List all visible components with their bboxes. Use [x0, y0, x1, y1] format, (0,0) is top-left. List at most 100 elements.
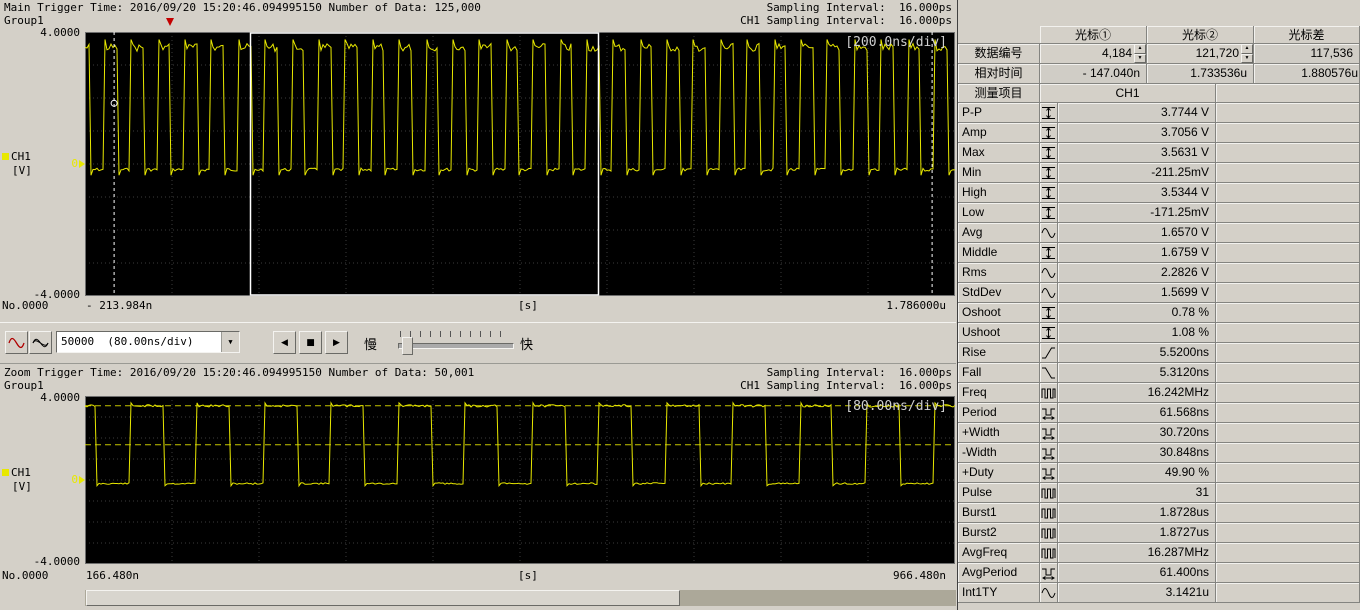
- measure-label: High: [958, 183, 1040, 203]
- measure-value: 1.6570 V: [1058, 223, 1216, 243]
- data-number-row: 数据编号 4,184 ▲ ▼ 121,720 ▲ ▼ 117,536: [958, 44, 1360, 64]
- trigger-position-icon: [166, 18, 174, 26]
- relative-time-label: 相对时间: [958, 64, 1040, 84]
- double-sine-wave-icon: [32, 338, 49, 347]
- measure-v-icon: [1040, 303, 1058, 323]
- zoom-record-no: No.0000: [2, 569, 49, 582]
- measure-diff-cell: [1216, 363, 1360, 383]
- measure-item-header: 测量项目: [958, 84, 1040, 103]
- ch1-color-icon: [2, 469, 9, 476]
- measure-label: Ushoot: [958, 323, 1040, 343]
- measure-diff-cell: [1216, 563, 1360, 583]
- slider-track[interactable]: [398, 343, 514, 349]
- measure-label: Rms: [958, 263, 1040, 283]
- measure-h-icon: [1040, 423, 1058, 443]
- cursor1-data-number: 4,184 ▲ ▼: [1040, 44, 1147, 64]
- zoom-zero-label: 0: [71, 473, 78, 486]
- speed-slider[interactable]: [398, 329, 514, 357]
- scrollbar-thumb[interactable]: [86, 590, 680, 606]
- main-sampling-interval: Sampling Interval: 16.000ps: [766, 1, 952, 14]
- main-ch1-sampling-interval: CH1 Sampling Interval: 16.000ps: [740, 14, 952, 27]
- wave-zoom-icon-1[interactable]: [5, 331, 28, 354]
- measure-row-P-P: P-P 3.7744 V: [958, 103, 1360, 123]
- relative-time-row: 相对时间 - 147.040n 1.733536u 1.880576u: [958, 64, 1360, 84]
- zoom-sampling-interval: Sampling Interval: 16.000ps: [766, 366, 952, 379]
- fast-label: 快: [520, 337, 534, 352]
- measure-value: 1.6759 V: [1058, 243, 1216, 263]
- step-forward-button[interactable]: ▶: [325, 331, 348, 354]
- measure-f-icon: [1040, 383, 1058, 403]
- measure-blank-header: [1216, 84, 1360, 103]
- zoom-control-bar: 50000 (80.00ns/div) ▼ ◀ ■ ▶ 慢 快: [0, 322, 956, 364]
- spin-up-button[interactable]: ▲: [1241, 44, 1253, 54]
- zoom-channel-label: CH1: [2, 466, 31, 479]
- zoom-points-value: 50000 (80.00ns/div): [61, 335, 194, 348]
- measure-diff-cell: [1216, 583, 1360, 603]
- measure-label: Burst2: [958, 523, 1040, 543]
- measure-row-Ushoot: Ushoot 1.08 %: [958, 323, 1360, 343]
- measure-value: 1.8727us: [1058, 523, 1216, 543]
- spin-up-button[interactable]: ▲: [1134, 44, 1146, 54]
- measure-value: 3.1421u: [1058, 583, 1216, 603]
- measure-value: 3.5344 V: [1058, 183, 1216, 203]
- measure-diff-cell: [1216, 303, 1360, 323]
- spin-down-button[interactable]: ▼: [1241, 53, 1253, 63]
- measure-row-+Width: +Width 30.720ns: [958, 423, 1360, 443]
- measure-value: -211.25mV: [1058, 163, 1216, 183]
- step-back-button[interactable]: ◀: [273, 331, 296, 354]
- zoom-x-unit: [s]: [518, 569, 538, 582]
- measure-h-icon: [1040, 403, 1058, 423]
- zoom-points-select[interactable]: 50000 (80.00ns/div) ▼: [56, 331, 240, 353]
- slow-label: 慢: [364, 337, 378, 352]
- spin-down-button[interactable]: ▼: [1134, 53, 1146, 63]
- oscilloscope-app: Main Trigger Time: 2016/09/20 15:20:46.0…: [0, 0, 1360, 610]
- main-x-axis-row: No.0000 - 213.984n [s] 1.786000u: [0, 299, 956, 313]
- measure-diff-cell: [1216, 203, 1360, 223]
- measure-f-icon: [1040, 543, 1058, 563]
- stop-button[interactable]: ■: [299, 331, 322, 354]
- measure-value: 3.7056 V: [1058, 123, 1216, 143]
- measure-label: Amp: [958, 123, 1040, 143]
- measure-row-Middle: Middle 1.6759 V: [958, 243, 1360, 263]
- measure-value: 16.242MHz: [1058, 383, 1216, 403]
- zoom-waveform-trace: [85, 396, 955, 564]
- zoom-ch1-sampling-interval: CH1 Sampling Interval: 16.000ps: [740, 379, 952, 392]
- cursor1-header: 光标①: [1040, 26, 1147, 44]
- horizontal-scrollbar[interactable]: [85, 590, 956, 606]
- measure-label: Period: [958, 403, 1040, 423]
- wave-zoom-icon-2[interactable]: [29, 331, 52, 354]
- cursor1-data-value[interactable]: 4,184: [1040, 44, 1134, 63]
- measure-s-icon: [1040, 223, 1058, 243]
- slider-thumb[interactable]: [402, 337, 413, 355]
- measure-label: Min: [958, 163, 1040, 183]
- measure-v-icon: [1040, 203, 1058, 223]
- main-trigger-header: Main Trigger Time: 2016/09/20 15:20:46.0…: [0, 0, 956, 30]
- measure-header-row: 测量项目 CH1: [958, 84, 1360, 103]
- cursor2-data-number: 121,720 ▲ ▼: [1147, 44, 1254, 64]
- main-unit-label: [V]: [12, 164, 32, 177]
- measure-row-Burst1: Burst1 1.8728us: [958, 503, 1360, 523]
- measure-diff-cell: [1216, 243, 1360, 263]
- measure-v-icon: [1040, 143, 1058, 163]
- measure-row-Amp: Amp 3.7056 V: [958, 123, 1360, 143]
- main-x-start: - 213.984n: [86, 299, 153, 312]
- zoom-x-start: 166.480n: [86, 569, 139, 582]
- measure-v-icon: [1040, 243, 1058, 263]
- measure-label: P-P: [958, 103, 1040, 123]
- measure-value: -171.25mV: [1058, 203, 1216, 223]
- cursor2-data-value[interactable]: 121,720: [1147, 44, 1241, 63]
- measure-value: 2.2826 V: [1058, 263, 1216, 283]
- measure-h-icon: [1040, 563, 1058, 583]
- measure-diff-cell: [1216, 483, 1360, 503]
- measure-label: Max: [958, 143, 1040, 163]
- measure-r-icon: [1040, 343, 1058, 363]
- chevron-down-icon[interactable]: ▼: [221, 332, 239, 352]
- main-waveform-plot[interactable]: [200.0ns/div]: [85, 32, 955, 296]
- zoom-waveform-plot[interactable]: [80.00ns/div]: [85, 396, 955, 564]
- zoom-ymin-label: -4.0000: [33, 555, 80, 568]
- measure-s-icon: [1040, 583, 1058, 603]
- zoom-trigger-info: Zoom Trigger Time: 2016/09/20 15:20:46.0…: [4, 366, 475, 379]
- measure-label: Freq: [958, 383, 1040, 403]
- cursor1-spinner: ▲ ▼: [1134, 44, 1146, 63]
- cursor-diff-data-number: 117,536: [1254, 44, 1360, 64]
